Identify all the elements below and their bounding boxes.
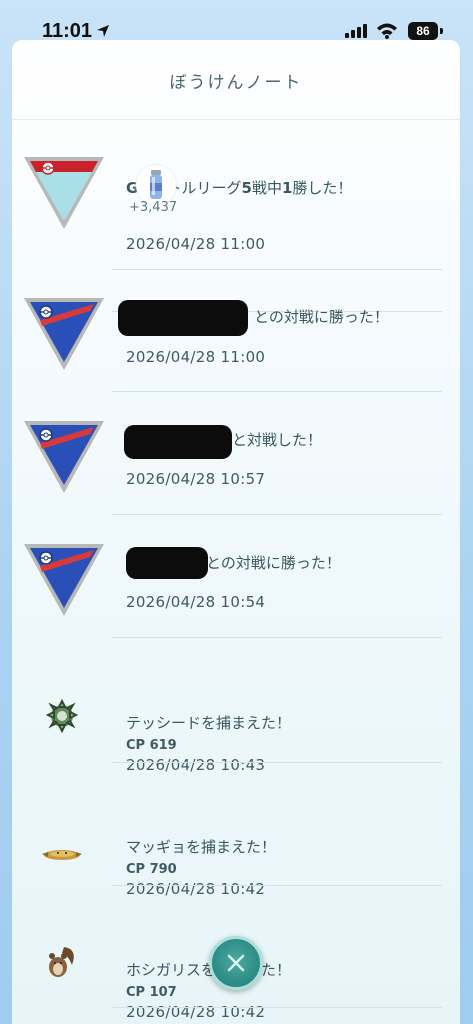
great-league-blue-icon: [24, 298, 104, 370]
journal-entry[interactable]: テッシードを捕まえた！ CP 619 2026/04/28 10:43: [12, 639, 460, 774]
entry-cp: CP 790: [126, 862, 177, 877]
great-league-blue-icon: [24, 421, 104, 493]
journal-entry[interactable]: との対戦に勝った！ 2026/04/28 11:00: [12, 270, 460, 392]
battery-tip: [440, 28, 443, 34]
page-title: ぼうけんノート: [169, 73, 303, 93]
location-arrow-icon: [97, 25, 109, 37]
entry-date: 2026/04/28 11:00: [126, 348, 266, 366]
wifi-icon: [377, 23, 397, 39]
skwovet-icon: [49, 947, 74, 977]
journal-entry[interactable]: と対戦した！ 2026/04/28 10:57: [12, 393, 460, 515]
journal-entry[interactable]: GOバトルリーグ5戦中1勝した！: [12, 120, 460, 312]
entry-date: 2026/04/28 10:54: [126, 593, 266, 611]
reward-item: [136, 165, 176, 205]
redacted-name: [126, 547, 208, 579]
reward-count: +3,437: [129, 200, 178, 215]
entry-title: マッギョを捕まえた！: [126, 838, 277, 856]
entry-divider: [112, 1007, 442, 1008]
entry-title: との対戦に勝った！: [254, 308, 389, 326]
entry-cp: CP 619: [126, 738, 177, 753]
close-button[interactable]: [209, 936, 263, 990]
journal-entry[interactable]: との対戦に勝った！ 2026/04/28 10:54: [12, 516, 460, 638]
potion-icon: [150, 170, 162, 199]
entry-cp: CP 107: [126, 985, 177, 1000]
stunfisk-icon: [42, 850, 82, 860]
entry-divider: [112, 637, 442, 638]
battery-indicator: 86: [408, 22, 438, 40]
entry-title: と対戦した！: [232, 431, 323, 449]
redacted-name: [118, 300, 248, 336]
journal-entry[interactable]: マッギョを捕まえた！ CP 790 2026/04/28 10:42: [12, 763, 460, 898]
entry-divider: [112, 514, 442, 515]
journal-panel: ぼうけんノート GOバトルリーグ5戦中1勝した！ +3,437 2026/04/…: [12, 40, 460, 1024]
entry-date: 2026/04/28 11:00: [126, 235, 266, 253]
redacted-name: [124, 425, 232, 459]
entry-date: 2026/04/28 10:57: [126, 470, 266, 488]
entry-divider: [112, 391, 442, 392]
great-league-blue-icon: [24, 544, 104, 616]
close-icon: [227, 954, 245, 972]
cellular-signal-icon: [345, 24, 367, 38]
ferroseed-icon: [45, 698, 79, 734]
entry-title: との対戦に勝った！: [206, 554, 341, 572]
great-league-red-icon: [24, 157, 104, 229]
entry-date: 2026/04/28 10:42: [126, 1003, 266, 1021]
entry-title: テッシードを捕まえた！: [126, 714, 292, 732]
